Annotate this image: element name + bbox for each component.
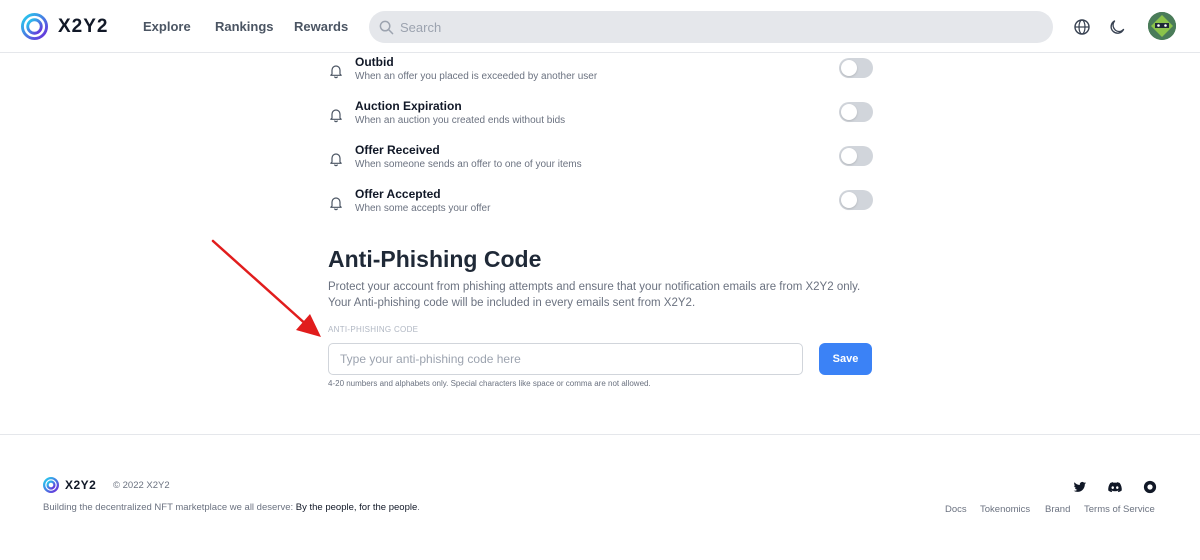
x2y2-logo-icon [21, 13, 48, 40]
discord-icon[interactable] [1108, 480, 1122, 494]
x2y2-logo-icon [43, 477, 59, 493]
notification-description: When an auction you created ends without… [355, 115, 566, 126]
search-bar[interactable] [369, 11, 1053, 43]
toggle-knob [841, 192, 857, 208]
notification-title: Auction Expiration [355, 99, 462, 113]
footer-link-brand[interactable]: Brand [1045, 504, 1070, 515]
twitter-icon[interactable] [1073, 480, 1087, 494]
avatar-image-icon [1148, 12, 1176, 40]
notification-row-offer-accepted: Offer Accepted When some accepts your of… [328, 187, 873, 221]
footer-logo[interactable]: X2Y2 [43, 477, 96, 493]
offer-received-toggle[interactable] [839, 146, 873, 166]
auction-expiration-toggle[interactable] [839, 102, 873, 122]
toggle-knob [841, 104, 857, 120]
anti-phishing-hint: 4-20 numbers and alphabets only. Special… [328, 379, 651, 388]
opensea-icon[interactable] [1143, 480, 1157, 494]
bell-icon [330, 65, 342, 79]
moon-icon[interactable] [1108, 18, 1126, 36]
toggle-knob [841, 148, 857, 164]
notification-row-offer-received: Offer Received When someone sends an off… [328, 143, 873, 177]
bell-icon [330, 197, 342, 211]
anti-phishing-description: Protect your account from phishing attem… [328, 281, 861, 309]
anti-phishing-heading: Anti-Phishing Code [328, 246, 542, 272]
notification-title: Outbid [355, 55, 394, 69]
notification-row-auction-expiration: Auction Expiration When an auction you c… [328, 99, 873, 133]
outbid-toggle[interactable] [839, 58, 873, 78]
toggle-knob [841, 60, 857, 76]
footer-divider [0, 434, 1200, 435]
tagline-prefix: Building the decentralized NFT marketpla… [43, 502, 296, 513]
bell-icon [330, 109, 342, 123]
nav-rewards[interactable]: Rewards [294, 19, 348, 34]
bell-icon [330, 153, 342, 167]
copyright: © 2022 X2Y2 [113, 480, 170, 491]
anti-phishing-field-label: ANTI-PHISHING CODE [328, 325, 419, 334]
save-button[interactable]: Save [819, 343, 872, 375]
search-icon [379, 20, 394, 34]
top-header: X2Y2 Explore Rankings Rewards [0, 0, 1200, 53]
notification-title: Offer Accepted [355, 187, 441, 201]
footer-link-tokenomics[interactable]: Tokenomics [980, 504, 1030, 515]
brand-name: X2Y2 [58, 15, 109, 37]
search-input[interactable] [400, 19, 1000, 35]
annotation-arrow-icon [211, 239, 321, 337]
tagline-suffix: . [417, 502, 420, 513]
footer-link-terms[interactable]: Terms of Service [1084, 504, 1155, 515]
notification-description: When someone sends an offer to one of yo… [355, 159, 582, 170]
notification-title: Offer Received [355, 143, 440, 157]
globe-icon[interactable] [1073, 18, 1091, 36]
footer-link-docs[interactable]: Docs [945, 504, 967, 515]
nav-explore[interactable]: Explore [143, 19, 191, 34]
tagline-emphasis: By the people, for the people [295, 502, 418, 513]
offer-accepted-toggle[interactable] [839, 190, 873, 210]
footer-brand-name: X2Y2 [65, 478, 97, 492]
anti-phishing-code-input[interactable] [328, 343, 803, 375]
nav-rankings[interactable]: Rankings [215, 19, 274, 34]
notification-description: When an offer you placed is exceeded by … [355, 71, 598, 82]
avatar[interactable] [1148, 12, 1176, 40]
logo[interactable]: X2Y2 [21, 13, 108, 40]
footer-tagline: Building the decentralized NFT marketpla… [43, 502, 420, 513]
notification-row-outbid: Outbid When an offer you placed is excee… [328, 55, 873, 89]
notification-description: When some accepts your offer [355, 203, 491, 214]
